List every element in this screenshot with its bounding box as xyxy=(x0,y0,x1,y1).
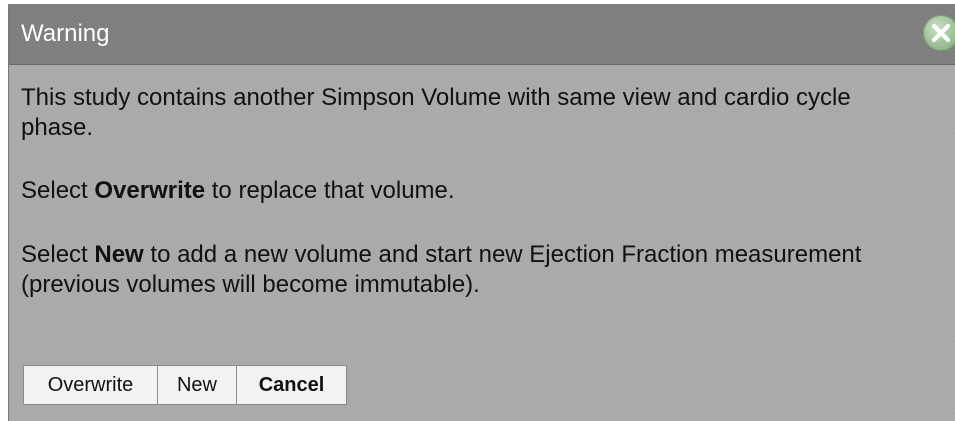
dialog-title: Warning xyxy=(21,20,110,47)
overwrite-button[interactable]: Overwrite xyxy=(23,365,158,405)
message-line-1: This study contains another Simpson Volu… xyxy=(21,84,851,141)
new-button[interactable]: New xyxy=(158,365,237,405)
dialog-button-bar: Overwrite New Cancel xyxy=(23,365,347,405)
message-line-3-prefix: Select xyxy=(21,241,95,268)
warning-dialog: Warning This study contains another Simp… xyxy=(8,4,955,421)
message-line-3: Select New to add a new volume and start… xyxy=(21,240,901,300)
close-x-glyph xyxy=(931,23,951,43)
message-line-2: Select Overwrite to replace that volume. xyxy=(21,176,901,206)
dialog-titlebar: Warning xyxy=(9,4,955,65)
message-line-3-bold: New xyxy=(94,241,144,268)
message-line-3-suffix: to add a new volume and start new Ejecti… xyxy=(21,241,862,298)
close-icon[interactable] xyxy=(923,15,955,51)
cancel-button[interactable]: Cancel xyxy=(237,365,347,405)
message-line-2-suffix: to replace that volume. xyxy=(205,177,455,204)
message-line-2-prefix: Select xyxy=(21,177,95,204)
message-line-2-bold: Overwrite xyxy=(94,177,206,204)
